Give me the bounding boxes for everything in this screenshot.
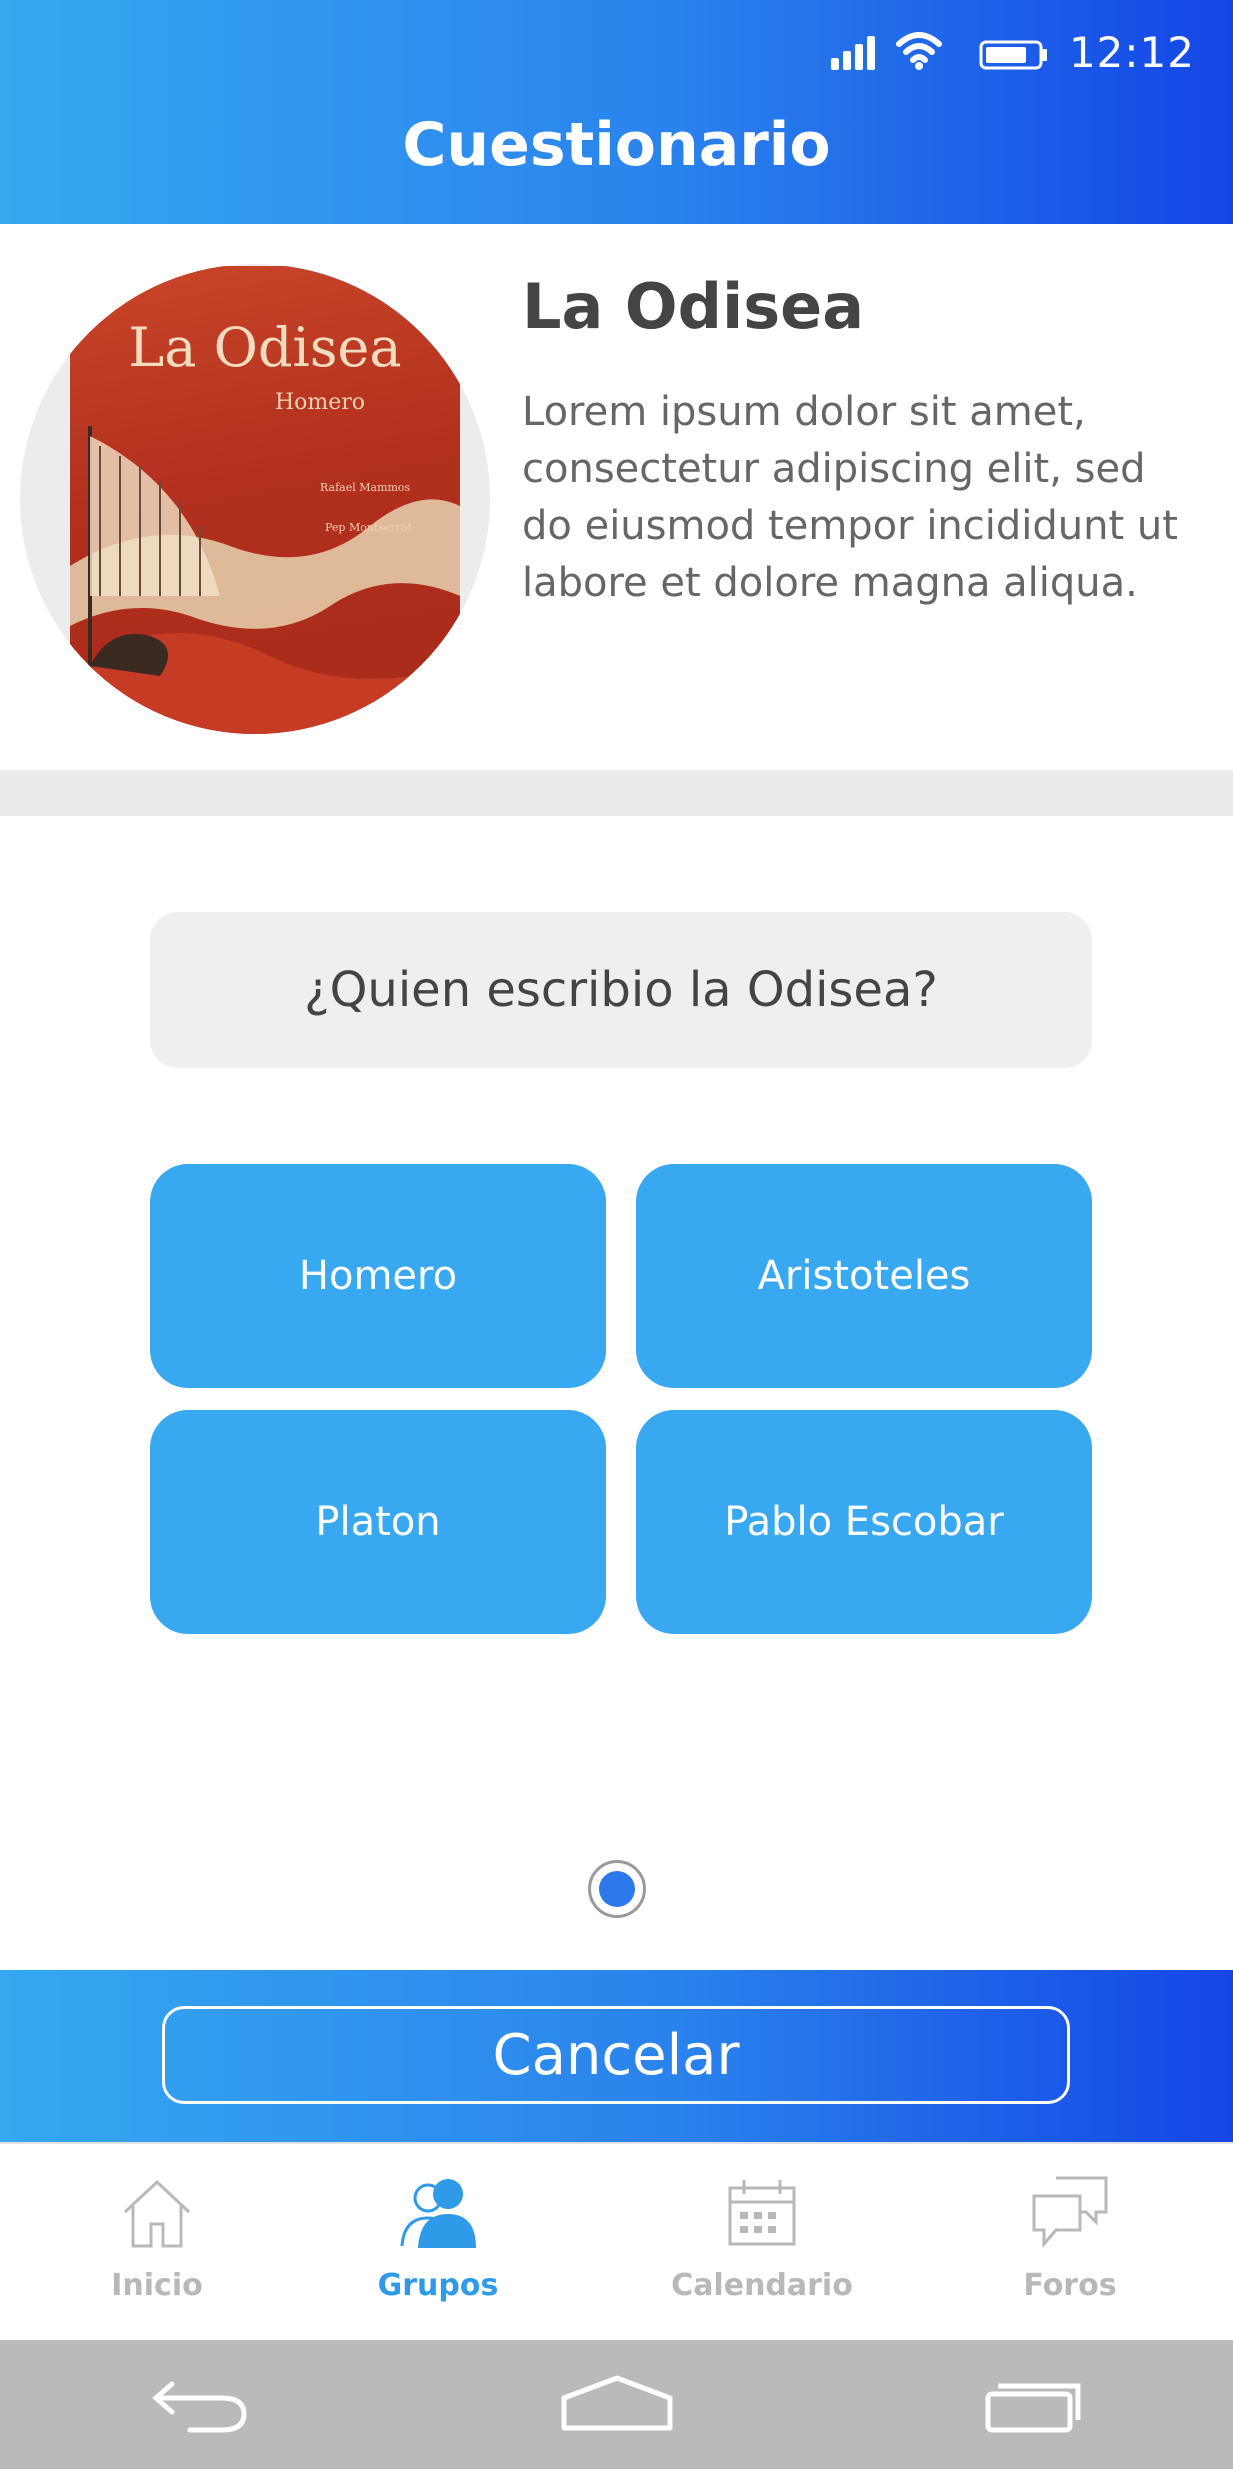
bottom-tab-bar: Inicio Grupos Calendario Foros xyxy=(0,2142,1233,2340)
answer-button-pablo-escobar[interactable]: Pablo Escobar xyxy=(636,1410,1092,1634)
tab-label: Foros xyxy=(1023,2268,1117,2303)
answer-button-homero[interactable]: Homero xyxy=(150,1164,606,1388)
cover-art: Rafael Mammos Pep Montserrat La Odisea H… xyxy=(70,266,460,734)
forum-icon xyxy=(1032,2176,1108,2249)
cancel-bar: Cancelar xyxy=(0,1970,1233,2142)
tab-inicio[interactable]: Inicio xyxy=(37,2144,277,2342)
book-cover: Rafael Mammos Pep Montserrat La Odisea H… xyxy=(20,264,490,734)
home-icon xyxy=(123,2179,191,2248)
cover-title: La Odisea xyxy=(128,316,402,379)
answer-button-platon[interactable]: Platon xyxy=(150,1410,606,1634)
tab-label: Inicio xyxy=(111,2268,203,2303)
back-icon[interactable] xyxy=(150,2374,250,2438)
group-icon xyxy=(400,2179,476,2248)
wifi-icon xyxy=(896,32,942,70)
tab-calendario[interactable]: Calendario xyxy=(642,2144,882,2342)
home-nav-icon[interactable] xyxy=(560,2374,674,2434)
book-description: Lorem ipsum dolor sit amet, consectetur … xyxy=(522,389,1178,606)
signal-icon xyxy=(831,36,875,70)
tab-grupos[interactable]: Grupos xyxy=(318,2144,558,2342)
calendar-icon xyxy=(728,2180,796,2246)
cancel-button[interactable]: Cancelar xyxy=(162,2006,1070,2104)
app-header: 12:12 Cuestionario xyxy=(0,0,1233,224)
page-indicator xyxy=(588,1860,646,1918)
recent-apps-icon[interactable] xyxy=(984,2376,1084,2436)
answer-button-aristoteles[interactable]: Aristoteles xyxy=(636,1164,1092,1388)
svg-text:Rafael Mammos: Rafael Mammos xyxy=(320,481,411,494)
book-title: La Odisea xyxy=(522,270,865,343)
tab-foros[interactable]: Foros xyxy=(950,2144,1190,2342)
tab-label: Calendario xyxy=(671,2268,853,2303)
question-text: ¿Quien escribio la Odisea? xyxy=(150,912,1092,1068)
status-time: 12:12 xyxy=(1068,28,1195,77)
section-divider xyxy=(0,770,1233,816)
page-title: Cuestionario xyxy=(402,110,831,180)
tab-label: Grupos xyxy=(377,2268,499,2303)
svg-text:Pep Montserrat: Pep Montserrat xyxy=(325,521,413,534)
book-info: Rafael Mammos Pep Montserrat La Odisea H… xyxy=(0,224,1233,770)
system-nav-bar xyxy=(0,2340,1233,2469)
battery-icon xyxy=(979,40,1047,70)
cover-author: Homero xyxy=(274,390,366,415)
status-bar: 12:12 xyxy=(813,0,1233,110)
